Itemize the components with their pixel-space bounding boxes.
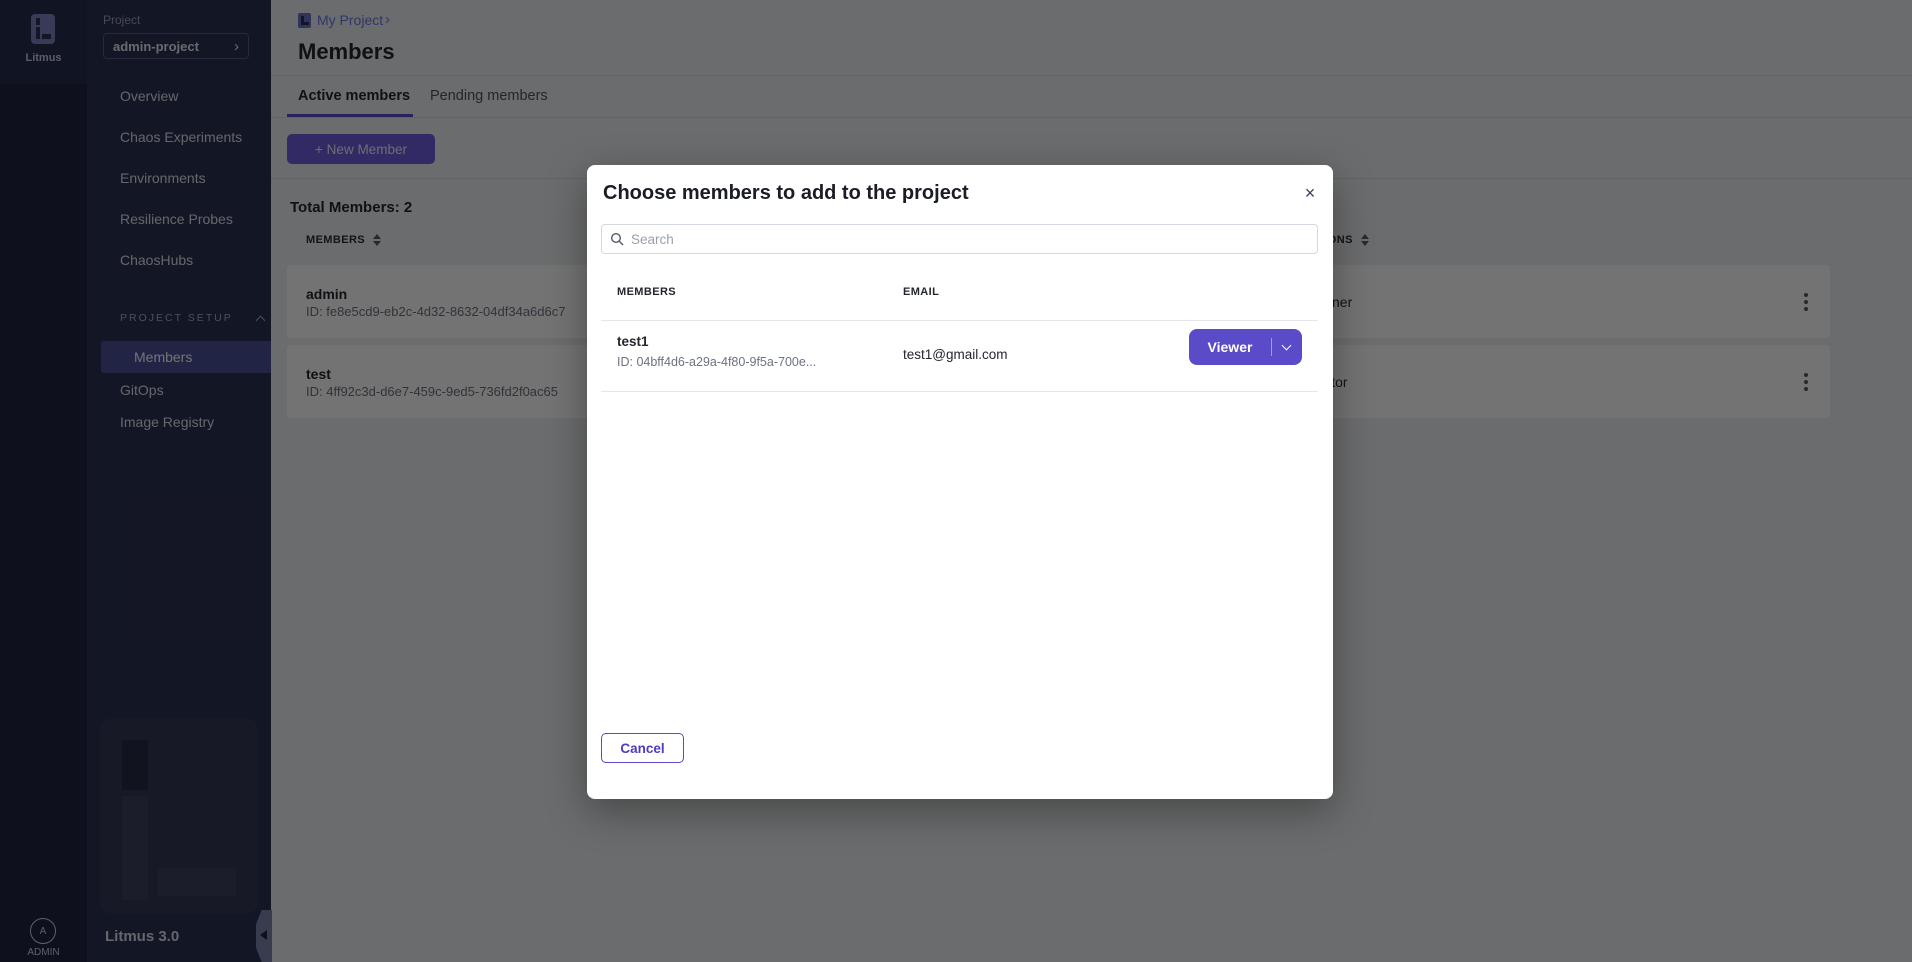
role-button-label: Viewer	[1189, 339, 1271, 355]
add-members-modal: Choose members to add to the project × M…	[587, 165, 1333, 799]
role-select-button[interactable]: Viewer	[1189, 329, 1302, 365]
modal-column-header-members: MEMBERS	[617, 286, 676, 298]
member-email: test1@gmail.com	[903, 347, 1008, 362]
modal-column-header-email: EMAIL	[903, 286, 939, 298]
member-name: test1	[617, 334, 649, 349]
modal-title: Choose members to add to the project	[603, 182, 969, 205]
search-icon	[610, 232, 624, 246]
cancel-button[interactable]: Cancel	[601, 733, 684, 763]
modal-member-row: test1 ID: 04bff4d6-a29a-4f80-9f5a-700e..…	[601, 320, 1318, 392]
button-divider	[1271, 338, 1272, 356]
litmus-app: Litmus A ADMIN Project admin-project › O…	[0, 0, 1912, 962]
search-box	[601, 224, 1318, 254]
close-icon[interactable]: ×	[1299, 182, 1321, 204]
member-id: ID: 04bff4d6-a29a-4f80-9f5a-700e...	[617, 355, 816, 369]
search-input[interactable]	[631, 232, 1309, 247]
chevron-down-icon	[1282, 341, 1292, 351]
